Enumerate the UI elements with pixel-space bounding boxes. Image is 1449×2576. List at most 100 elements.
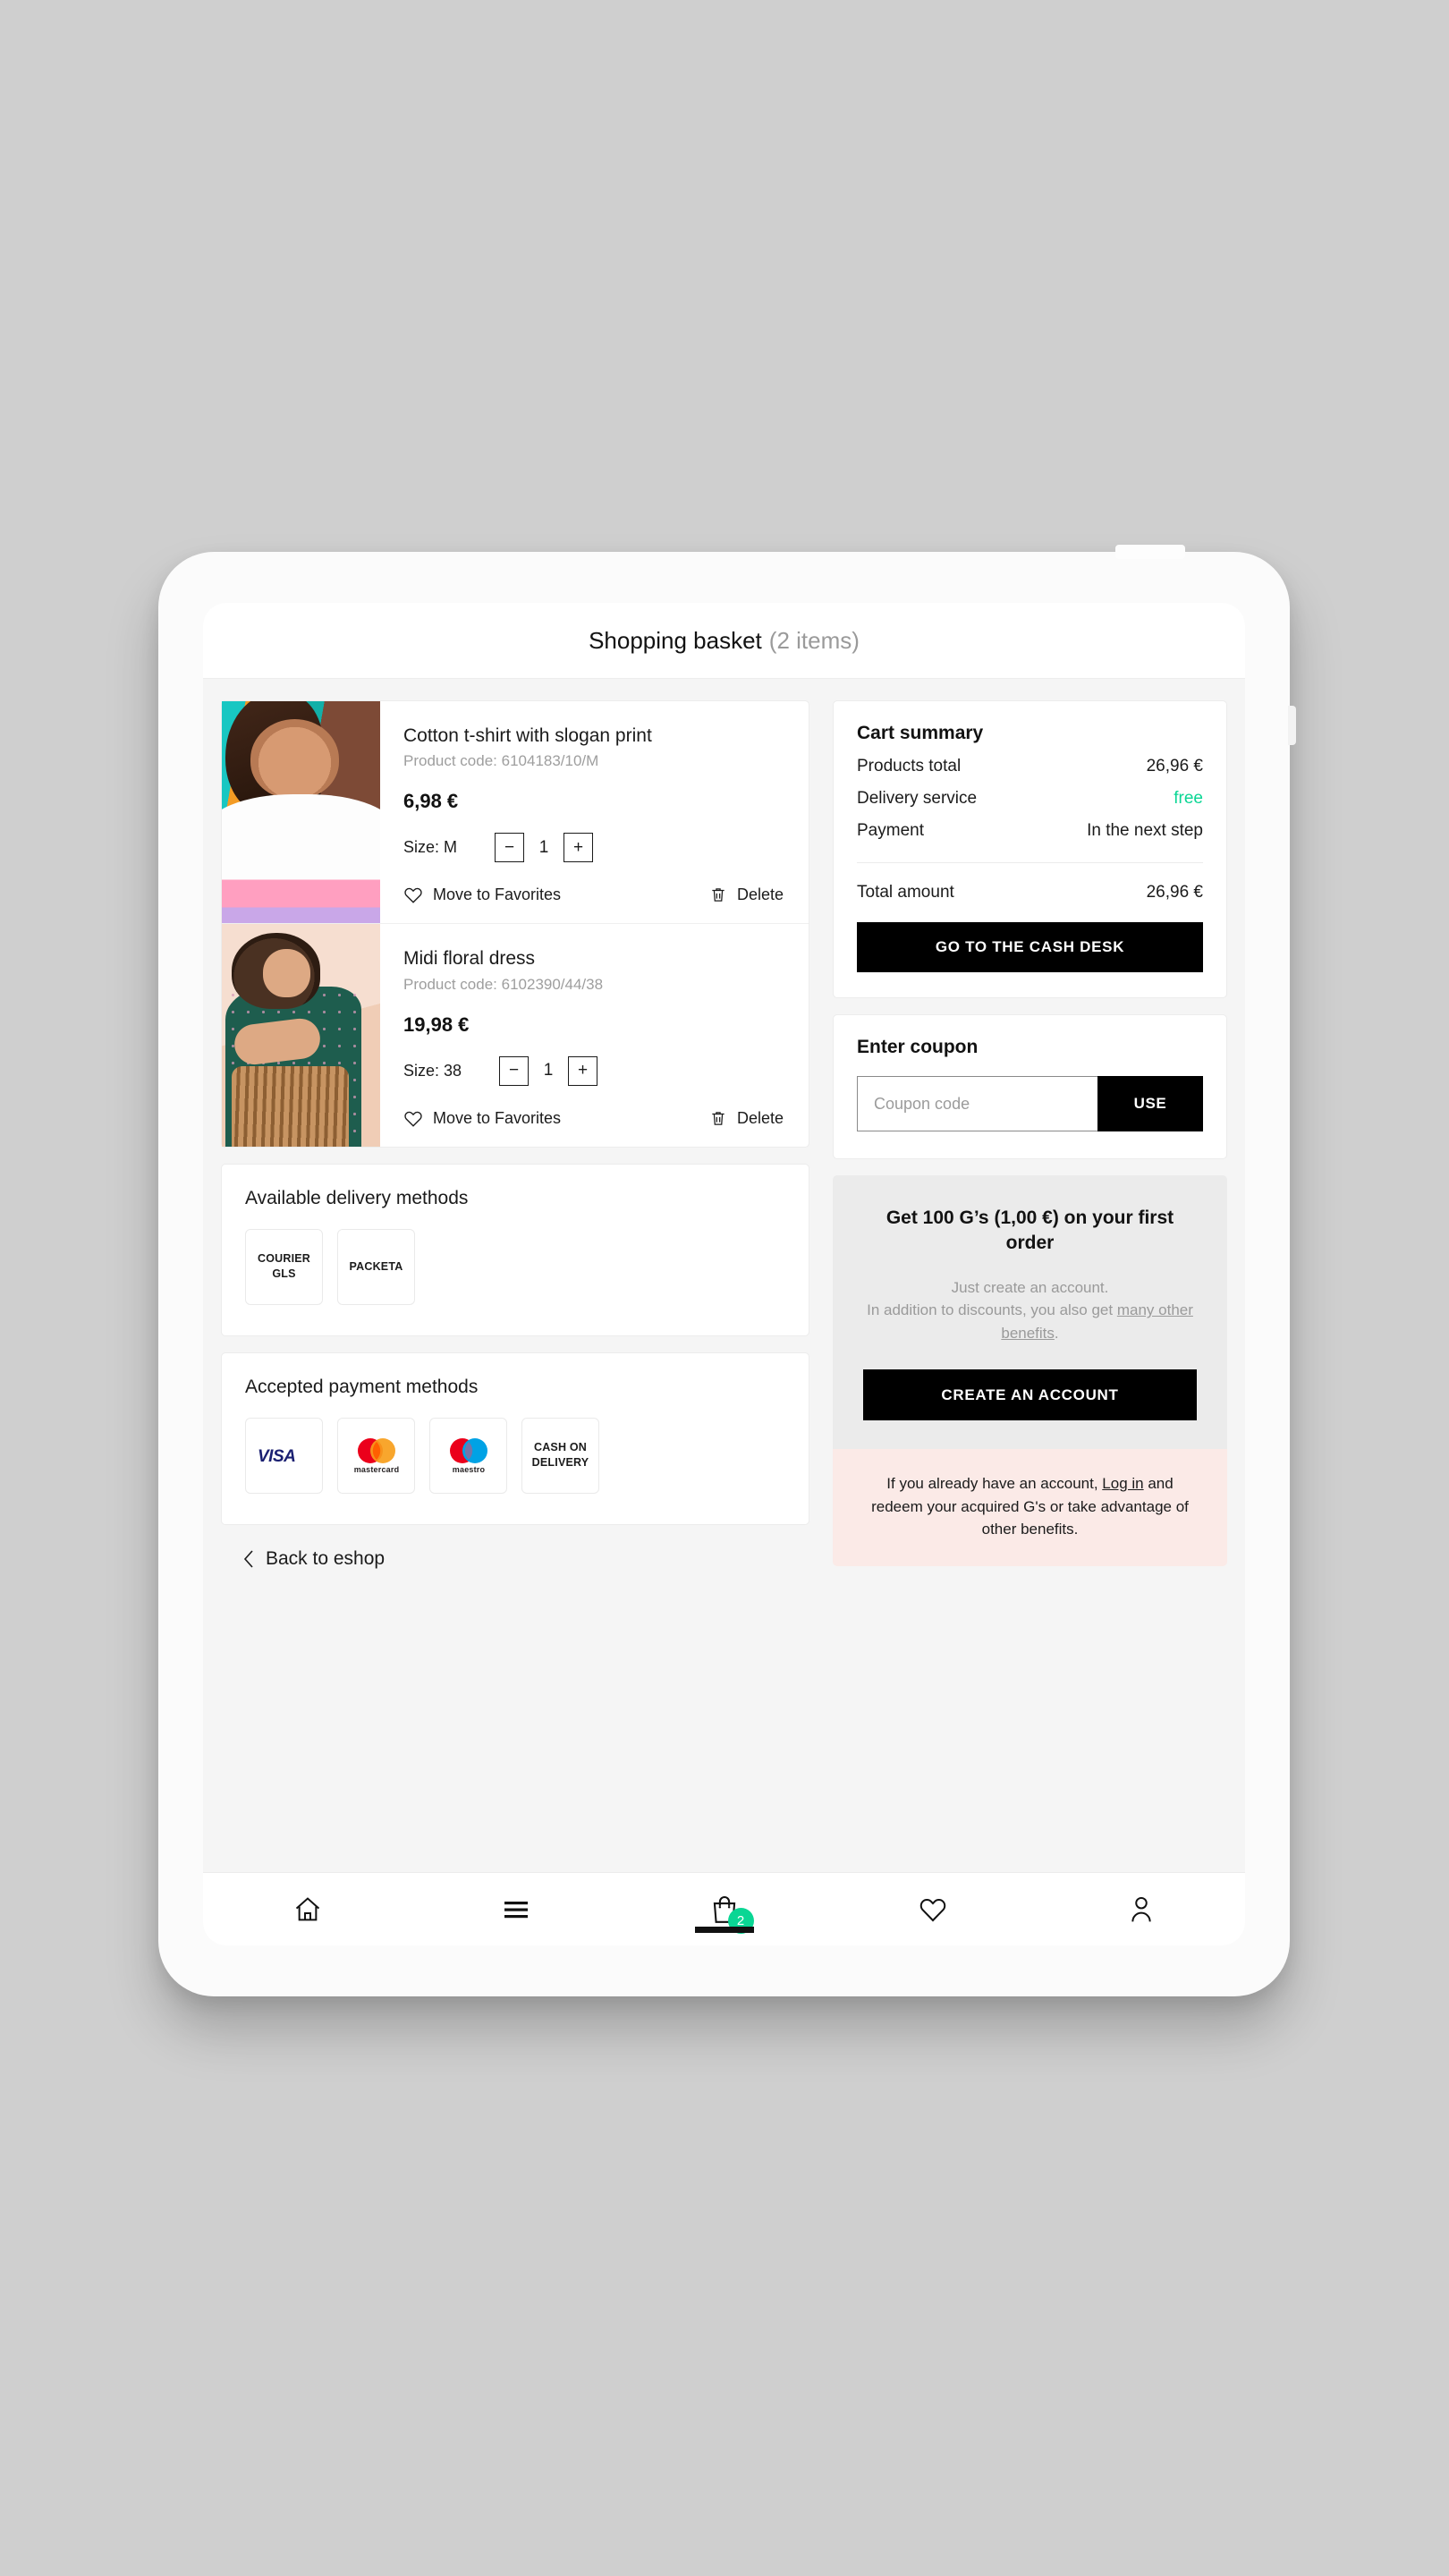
coupon-title: Enter coupon xyxy=(857,1037,979,1057)
move-to-favorites-label: Move to Favorites xyxy=(433,1108,562,1127)
coupon-form: USE xyxy=(857,1076,1203,1131)
page-title: Shopping basket xyxy=(589,626,762,654)
create-an-account-button[interactable]: CREATE AN ACCOUNT xyxy=(863,1369,1197,1421)
delivery-methods-card: Available delivery methods COURIER GLS P… xyxy=(221,1163,809,1336)
menu-icon xyxy=(501,1898,531,1921)
promo-sub-line2-post: . xyxy=(1054,1324,1059,1342)
payment-method-cash-on-delivery[interactable]: CASH ON DELIVERY xyxy=(521,1417,599,1494)
promo-body: Get 100 G’s (1,00 €) on your first order… xyxy=(833,1175,1227,1450)
quantity-value: 1 xyxy=(543,1061,554,1080)
maestro-logo-icon: maestro xyxy=(440,1434,497,1477)
move-to-favorites-label: Move to Favorites xyxy=(433,886,562,904)
move-to-favorites-button[interactable]: Move to Favorites xyxy=(403,886,591,905)
quantity-stepper: − 1 + xyxy=(495,833,594,863)
log-in-link[interactable]: Log in xyxy=(1102,1475,1143,1492)
items-count: (2 items) xyxy=(768,626,860,654)
user-icon xyxy=(1127,1894,1156,1925)
login-note: If you already have an account, Log in a… xyxy=(833,1449,1227,1566)
promo-sub-line2-pre: In addition to discounts, you also get xyxy=(867,1301,1117,1319)
product-info: Cotton t-shirt with slogan print Product… xyxy=(380,701,809,923)
svg-text:mastercard: mastercard xyxy=(353,1465,399,1474)
heart-icon xyxy=(403,886,423,905)
payment-method-maestro[interactable]: maestro xyxy=(429,1417,507,1494)
product-price: 19,98 € xyxy=(403,1013,470,1036)
app-screen: Shopping basket (2 items) Cotton t-shirt… xyxy=(203,603,1245,1945)
heart-icon xyxy=(403,1109,423,1129)
delivery-method-chip[interactable]: COURIER GLS xyxy=(245,1228,323,1305)
total-label: Total amount xyxy=(857,883,954,902)
coupon-input[interactable] xyxy=(857,1076,1097,1131)
device-side-button xyxy=(1288,706,1296,745)
delete-button[interactable]: Delete xyxy=(709,886,789,905)
bottom-navigation: 2 xyxy=(203,1872,1245,1945)
delivery-methods-title: Available delivery methods xyxy=(245,1187,469,1208)
quantity-increase-button[interactable]: + xyxy=(564,833,594,863)
quantity-decrease-button[interactable]: − xyxy=(495,833,525,863)
home-icon xyxy=(292,1894,323,1925)
move-to-favorites-button[interactable]: Move to Favorites xyxy=(403,1109,591,1129)
product-size: Size: 38 xyxy=(403,1061,462,1080)
promo-card: Get 100 G’s (1,00 €) on your first order… xyxy=(833,1175,1227,1566)
heart-icon xyxy=(918,1895,948,1924)
product-image[interactable] xyxy=(222,701,380,924)
summary-value: 26,96 € xyxy=(1146,757,1203,775)
summary-value: In the next step xyxy=(1087,821,1203,840)
product-code: Product code: 6102390/44/38 xyxy=(403,975,604,993)
product-size: Size: M xyxy=(403,838,458,857)
payment-methods-list: VISA mastercard maestro CASH ON DELIVERY xyxy=(222,1398,809,1524)
nav-item-home[interactable] xyxy=(203,1873,411,1945)
nav-item-menu[interactable] xyxy=(411,1873,620,1945)
quantity-decrease-button[interactable]: − xyxy=(499,1055,530,1086)
product-info: Midi floral dress Product code: 6102390/… xyxy=(380,924,809,1146)
back-to-eshop-label: Back to eshop xyxy=(266,1547,386,1569)
screenshot-stage: Shopping basket (2 items) Cotton t-shirt… xyxy=(0,0,1449,2576)
delete-button[interactable]: Delete xyxy=(709,1109,789,1129)
tablet-device-frame: Shopping basket (2 items) Cotton t-shirt… xyxy=(158,545,1296,1996)
quantity-stepper: − 1 + xyxy=(499,1055,598,1086)
summary-label: Payment xyxy=(857,821,924,840)
payment-methods-card: Accepted payment methods VISA mastercard… xyxy=(221,1352,809,1525)
quantity-increase-button[interactable]: + xyxy=(568,1055,598,1086)
svg-text:VISA: VISA xyxy=(258,1447,295,1465)
summary-row-products-total: Products total 26,96 € xyxy=(857,757,1203,776)
trash-icon xyxy=(709,1109,727,1128)
quantity-value: 1 xyxy=(538,837,549,857)
payment-method-mastercard[interactable]: mastercard xyxy=(337,1417,415,1494)
cart-summary-head: Cart summary Products total 26,96 € Deli… xyxy=(834,701,1226,863)
nav-item-favorites[interactable] xyxy=(828,1873,1037,1945)
delete-label: Delete xyxy=(736,1108,784,1127)
product-list-card: Cotton t-shirt with slogan print Product… xyxy=(221,700,809,1148)
payment-method-visa[interactable]: VISA xyxy=(245,1417,323,1494)
total-value: 26,96 € xyxy=(1146,883,1203,902)
device-top-button xyxy=(1115,545,1185,559)
product-name[interactable]: Midi floral dress xyxy=(403,947,789,970)
delivery-method-chip[interactable]: PACKETA xyxy=(337,1228,415,1305)
delivery-methods-list: COURIER GLS PACKETA xyxy=(222,1209,809,1335)
login-note-pre: If you already have an account, xyxy=(886,1475,1103,1493)
right-column: Cart summary Products total 26,96 € Deli… xyxy=(833,700,1227,1566)
payment-methods-title: Accepted payment methods xyxy=(245,1376,479,1397)
table-row: Midi floral dress Product code: 6102390/… xyxy=(222,923,809,1147)
cart-summary-title: Cart summary xyxy=(857,723,984,743)
coupon-card: Enter coupon USE xyxy=(833,1014,1227,1159)
basket-content: Cotton t-shirt with slogan print Product… xyxy=(203,679,1245,1570)
summary-row-total: Total amount 26,96 € xyxy=(834,863,1226,902)
summary-label: Delivery service xyxy=(857,789,978,808)
back-to-eshop-link[interactable]: Back to eshop xyxy=(221,1525,809,1570)
size-and-quantity-row: Size: M − 1 + xyxy=(403,833,789,863)
delete-label: Delete xyxy=(736,886,784,904)
product-image[interactable] xyxy=(222,924,380,1147)
nav-item-basket[interactable]: 2 xyxy=(620,1873,828,1945)
promo-sub-line1: Just create an account. xyxy=(951,1278,1109,1296)
nav-item-account[interactable] xyxy=(1037,1873,1245,1945)
coupon-use-button[interactable]: USE xyxy=(1097,1076,1203,1131)
product-price: 6,98 € xyxy=(403,790,459,813)
product-name[interactable]: Cotton t-shirt with slogan print xyxy=(403,724,789,748)
promo-subtitle: Just create an account. In addition to d… xyxy=(863,1276,1197,1345)
go-to-cash-desk-button[interactable]: GO TO THE CASH DESK xyxy=(857,922,1203,972)
left-column: Cotton t-shirt with slogan print Product… xyxy=(221,700,809,1570)
trash-icon xyxy=(709,886,727,904)
size-and-quantity-row: Size: 38 − 1 + xyxy=(403,1055,789,1086)
summary-row-delivery: Delivery service free xyxy=(857,789,1203,809)
coupon-head: Enter coupon xyxy=(834,1015,1226,1058)
